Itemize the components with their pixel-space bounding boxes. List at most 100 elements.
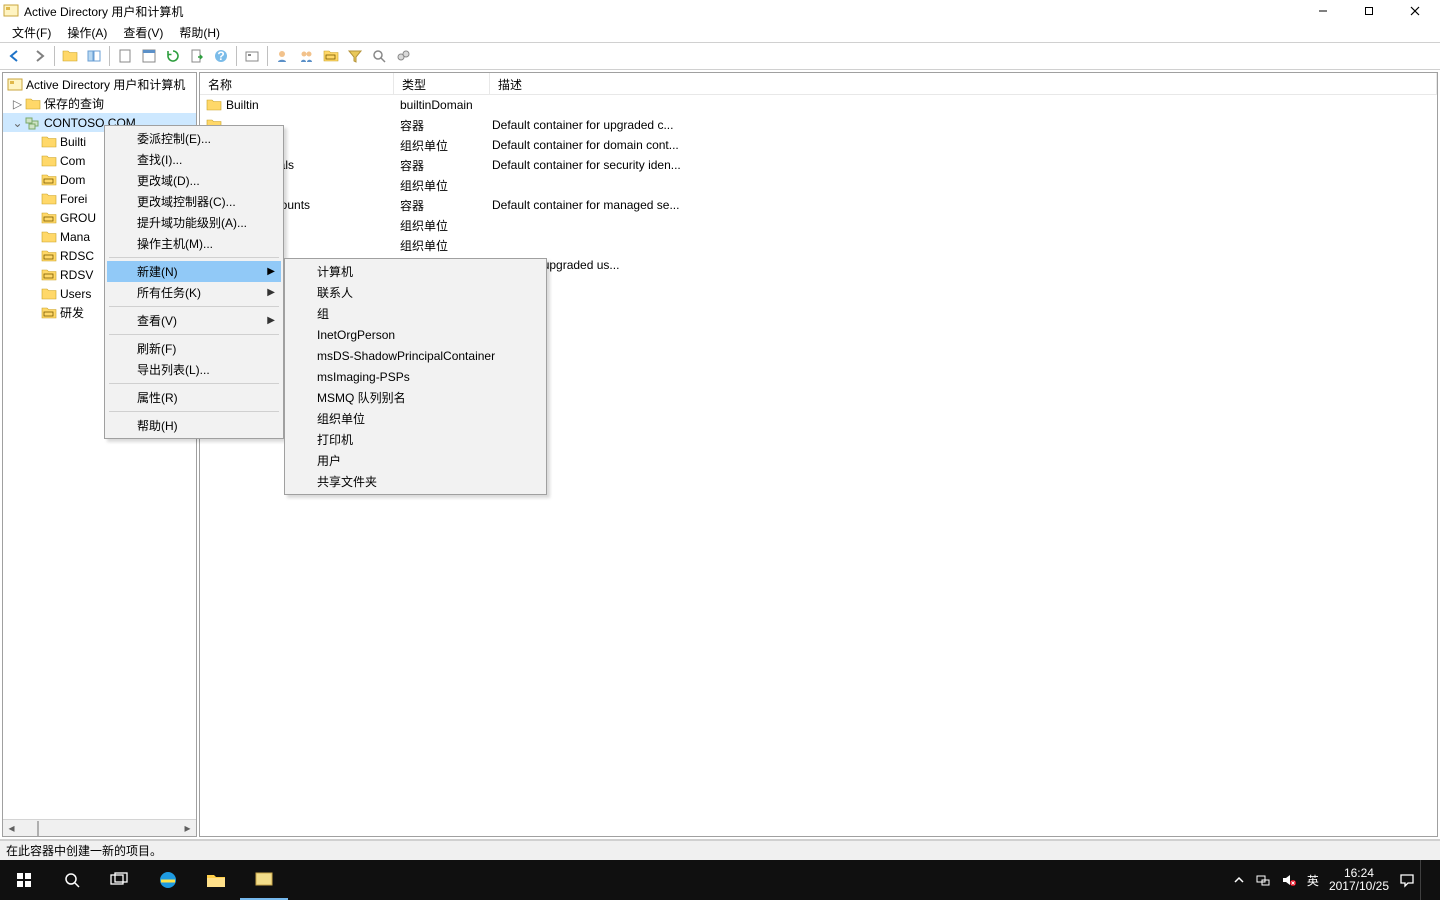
menu-file[interactable]: 文件(F): [4, 22, 59, 43]
show-hide-tree-button[interactable]: [83, 45, 105, 67]
column-description[interactable]: 描述: [490, 73, 1437, 94]
refresh-button[interactable]: [162, 45, 184, 67]
ctx-raise-level[interactable]: 提升域功能级别(A)...: [107, 212, 281, 233]
tray-ime[interactable]: 英: [1302, 860, 1324, 900]
status-bar: 在此容器中创建一新的项目。: [0, 840, 1440, 860]
context-submenu-new: 计算机 联系人 组 InetOrgPerson msDS-ShadowPrinc…: [284, 258, 547, 495]
maximize-button[interactable]: [1346, 0, 1392, 22]
ctx-separator: [109, 334, 279, 335]
show-desktop-button[interactable]: [1420, 860, 1434, 900]
help-button[interactable]: ?: [210, 45, 232, 67]
list-row[interactable]: BuiltinbuiltinDomain: [200, 95, 1437, 115]
list-row[interactable]: 容器Default container for upgraded c...: [200, 115, 1437, 135]
ctx-view[interactable]: 查看(V)▶: [107, 310, 281, 331]
taskbar-ie[interactable]: [144, 860, 192, 900]
cell-type: 组织单位: [394, 237, 490, 254]
ctx-export[interactable]: 导出列表(L)...: [107, 359, 281, 380]
ou-icon: [41, 267, 57, 283]
ctx-help[interactable]: 帮助(H): [107, 415, 281, 436]
toolbar-separator: [109, 46, 110, 66]
filter-button[interactable]: [344, 45, 366, 67]
toolbar-separator: [267, 46, 268, 66]
column-name[interactable]: 名称: [200, 73, 394, 94]
taskbar-explorer[interactable]: [192, 860, 240, 900]
ou-icon: [41, 172, 57, 188]
menu-help[interactable]: 帮助(H): [171, 22, 228, 43]
tray-clock[interactable]: 16:24 2017/10/25: [1324, 860, 1394, 900]
list-row[interactable]: 组织单位: [200, 215, 1437, 235]
tray-chevron-icon[interactable]: [1228, 860, 1250, 900]
ctx-find[interactable]: 查找(I)...: [107, 149, 281, 170]
menu-view[interactable]: 查看(V): [115, 22, 171, 43]
ctx-new-computer[interactable]: 计算机: [287, 261, 544, 282]
scroll-right-icon[interactable]: ▸: [179, 820, 196, 837]
cell-type: 容器: [394, 157, 490, 174]
folder-icon: [41, 134, 57, 150]
taskbar: 英 16:24 2017/10/25: [0, 860, 1440, 900]
ctx-new-ou[interactable]: 组织单位: [287, 408, 544, 429]
cell-type: 容器: [394, 117, 490, 134]
list-row[interactable]: rityPrincipals容器Default container for se…: [200, 155, 1437, 175]
folder-icon: [206, 97, 222, 113]
ctx-new-user[interactable]: 用户: [287, 450, 544, 471]
tray-volume-icon[interactable]: [1276, 860, 1302, 900]
expand-icon[interactable]: ▷: [11, 97, 24, 110]
minimize-button[interactable]: [1300, 0, 1346, 22]
cut-button[interactable]: [114, 45, 136, 67]
ctx-ops-master[interactable]: 操作主机(M)...: [107, 233, 281, 254]
folder-icon: [25, 96, 41, 112]
collapse-icon[interactable]: ⌄: [11, 116, 24, 129]
folder-icon: [41, 229, 57, 245]
ctx-properties[interactable]: 属性(R): [107, 387, 281, 408]
nav-forward-button[interactable]: [28, 45, 50, 67]
list-row[interactable]: trollers组织单位Default container for domain…: [200, 135, 1437, 155]
tree-saved-queries[interactable]: ▷ 保存的查询: [3, 94, 196, 113]
title-bar: Active Directory 用户和计算机: [0, 0, 1440, 22]
taskbar-mmc[interactable]: [240, 860, 288, 900]
ctx-change-dc[interactable]: 更改域控制器(C)...: [107, 191, 281, 212]
ctx-separator: [109, 383, 279, 384]
ctx-new-printer[interactable]: 打印机: [287, 429, 544, 450]
ctx-new-contact[interactable]: 联系人: [287, 282, 544, 303]
tree-root[interactable]: Active Directory 用户和计算机: [3, 75, 196, 94]
ctx-new-shared-folder[interactable]: 共享文件夹: [287, 471, 544, 492]
ctx-new-group[interactable]: 组: [287, 303, 544, 324]
ctx-delegate[interactable]: 委派控制(E)...: [107, 128, 281, 149]
list-row[interactable]: ervice Accounts容器Default container for m…: [200, 195, 1437, 215]
search-button[interactable]: [48, 860, 96, 900]
start-button[interactable]: [0, 860, 48, 900]
window-title: Active Directory 用户和计算机: [24, 3, 1300, 20]
nav-back-button[interactable]: [4, 45, 26, 67]
list-row[interactable]: 组织单位: [200, 235, 1437, 255]
prop-button[interactable]: [138, 45, 160, 67]
ctx-new[interactable]: 新建(N)▶: [107, 261, 281, 282]
ctx-new-shadow[interactable]: msDS-ShadowPrincipalContainer: [287, 345, 544, 366]
find-container-button[interactable]: [241, 45, 263, 67]
scroll-left-icon[interactable]: ◂: [3, 820, 20, 837]
tray-network-icon[interactable]: [1250, 860, 1276, 900]
list-row[interactable]: 组织单位: [200, 175, 1437, 195]
close-button[interactable]: [1392, 0, 1438, 22]
column-type[interactable]: 类型: [394, 73, 490, 94]
new-group-button[interactable]: [296, 45, 318, 67]
find-button[interactable]: [368, 45, 390, 67]
cell-description: Default container for security iden...: [490, 158, 1437, 172]
ou-icon: [41, 210, 57, 226]
ctx-change-domain[interactable]: 更改域(D)...: [107, 170, 281, 191]
ctx-refresh[interactable]: 刷新(F): [107, 338, 281, 359]
up-button[interactable]: [59, 45, 81, 67]
tray-action-center-icon[interactable]: [1394, 860, 1420, 900]
scrollbar-thumb[interactable]: [37, 821, 39, 836]
svg-text:?: ?: [217, 49, 224, 63]
ctx-all-tasks[interactable]: 所有任务(K)▶: [107, 282, 281, 303]
query-button[interactable]: [392, 45, 414, 67]
new-ou-button[interactable]: [320, 45, 342, 67]
export-button[interactable]: [186, 45, 208, 67]
new-user-button[interactable]: [272, 45, 294, 67]
tree-horizontal-scrollbar[interactable]: ◂ ▸: [3, 819, 196, 836]
menu-action[interactable]: 操作(A): [59, 22, 115, 43]
ctx-new-inetorgperson[interactable]: InetOrgPerson: [287, 324, 544, 345]
task-view-button[interactable]: [96, 860, 144, 900]
ctx-new-msimaging[interactable]: msImaging-PSPs: [287, 366, 544, 387]
ctx-new-msmq[interactable]: MSMQ 队列别名: [287, 387, 544, 408]
